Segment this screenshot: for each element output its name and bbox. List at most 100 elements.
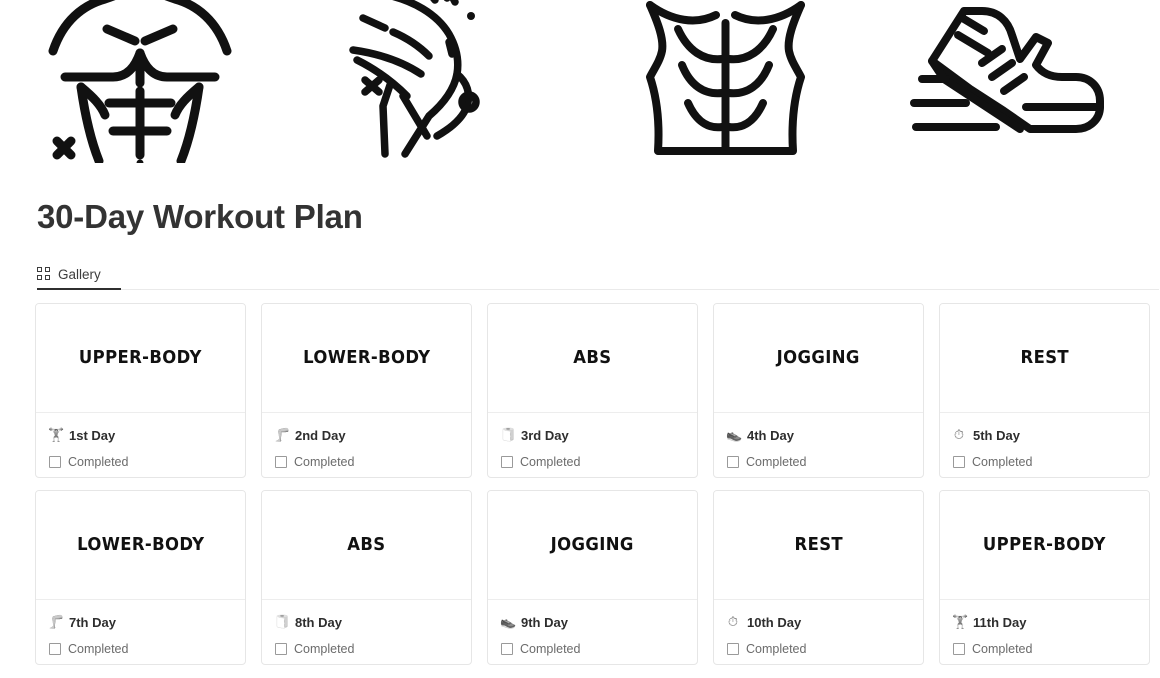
workout-card[interactable]: REST ⏱ 5th Day Completed <box>939 303 1150 478</box>
card-completed-row[interactable]: Completed <box>48 639 233 658</box>
completed-checkbox[interactable] <box>501 642 513 655</box>
card-completed-row[interactable]: Completed <box>274 452 459 471</box>
completed-checkbox[interactable] <box>727 642 739 655</box>
workout-name: UPPER-BODY <box>79 348 202 368</box>
workout-card[interactable]: UPPER-BODY 🏋 1st Day Completed <box>35 303 246 478</box>
workout-name: REST <box>794 535 843 555</box>
banner-image-upper-body <box>0 0 290 163</box>
workout-name: JOGGING <box>776 348 861 368</box>
card-completed-row[interactable]: Completed <box>500 452 685 471</box>
card-body: 👟 9th Day Completed <box>488 600 697 664</box>
leg-icon: 🦵 <box>274 428 291 443</box>
day-label: 5th Day <box>973 428 1020 443</box>
card-media: LOWER-BODY <box>36 491 245 600</box>
weightlifter-icon: 🏋 <box>952 615 969 630</box>
card-day-row: ⏱ 10th Day <box>726 613 911 632</box>
banner-image-shoe <box>870 0 1160 163</box>
completed-checkbox[interactable] <box>275 455 287 468</box>
card-day-row: 🦵 7th Day <box>48 613 233 632</box>
workout-card[interactable]: JOGGING 👟 9th Day Completed <box>487 490 698 665</box>
card-completed-row[interactable]: Completed <box>500 639 685 658</box>
card-completed-row[interactable]: Completed <box>726 639 911 658</box>
card-body: 🦵 7th Day Completed <box>36 600 245 664</box>
card-body: 👟 4th Day Completed <box>714 413 923 477</box>
grid-icon <box>37 267 51 281</box>
workout-name: REST <box>1020 348 1069 368</box>
card-day-row: 🦵 2nd Day <box>274 426 459 445</box>
card-body: 🏋 11th Day Completed <box>940 600 1149 664</box>
card-body: ⏱ 5th Day Completed <box>940 413 1149 477</box>
completed-checkbox[interactable] <box>953 455 965 468</box>
day-label: 11th Day <box>973 615 1027 630</box>
day-label: 10th Day <box>747 615 802 630</box>
card-completed-row[interactable]: Completed <box>274 639 459 658</box>
card-day-row: 🏋 11th Day <box>952 613 1137 632</box>
tab-bar-divider <box>37 289 1159 290</box>
completed-checkbox[interactable] <box>49 642 61 655</box>
workout-card[interactable]: LOWER-BODY 🦵 7th Day Completed <box>35 490 246 665</box>
workout-card[interactable]: JOGGING 👟 4th Day Completed <box>713 303 924 478</box>
card-completed-row[interactable]: Completed <box>952 639 1137 658</box>
card-completed-row[interactable]: Completed <box>726 452 911 471</box>
card-media: UPPER-BODY <box>36 304 245 413</box>
card-media: REST <box>714 491 923 600</box>
workout-name: ABS <box>347 535 386 555</box>
completed-checkbox[interactable] <box>501 455 513 468</box>
banner-image-abs <box>580 0 870 163</box>
card-body: 🧻 3rd Day Completed <box>488 413 697 477</box>
card-completed-row[interactable]: Completed <box>48 452 233 471</box>
completed-label: Completed <box>68 454 129 469</box>
completed-label: Completed <box>972 454 1033 469</box>
card-day-row: 🧻 3rd Day <box>500 426 685 445</box>
day-label: 8th Day <box>295 615 342 630</box>
card-media: LOWER-BODY <box>262 304 471 413</box>
tab-gallery-label: Gallery <box>58 266 101 282</box>
card-media: ABS <box>262 491 471 600</box>
completed-checkbox[interactable] <box>953 642 965 655</box>
card-media: UPPER-BODY <box>940 491 1149 600</box>
gallery-grid: UPPER-BODY 🏋 1st Day Completed LOWER-BOD… <box>35 303 1150 665</box>
page-title: 30-Day Workout Plan <box>37 198 363 235</box>
day-label: 1st Day <box>69 428 116 443</box>
day-label: 4th Day <box>747 428 794 443</box>
completed-label: Completed <box>68 641 129 656</box>
card-body: 🦵 2nd Day Completed <box>262 413 471 477</box>
card-media: JOGGING <box>714 304 923 413</box>
workout-name: UPPER-BODY <box>983 535 1106 555</box>
card-media: REST <box>940 304 1149 413</box>
workout-card[interactable]: LOWER-BODY 🦵 2nd Day Completed <box>261 303 472 478</box>
abs-roller-icon: 🧻 <box>500 428 517 443</box>
weightlifter-icon: 🏋 <box>48 428 65 443</box>
completed-checkbox[interactable] <box>275 642 287 655</box>
completed-label: Completed <box>520 641 581 656</box>
workout-plan-page: 30-Day Workout Plan Gallery UPPER-BODY 🏋… <box>0 0 1160 678</box>
stopwatch-icon: ⏱ <box>727 615 739 630</box>
completed-checkbox[interactable] <box>727 455 739 468</box>
banner-image-lower-body <box>290 0 580 163</box>
running-shoe-icon: 👟 <box>726 428 743 443</box>
completed-label: Completed <box>294 641 355 656</box>
day-label: 7th Day <box>69 615 116 630</box>
day-label: 2nd Day <box>295 428 346 443</box>
tab-gallery[interactable]: Gallery <box>37 258 107 290</box>
tab-bar: Gallery <box>37 258 1159 290</box>
workout-card[interactable]: ABS 🧻 8th Day Completed <box>261 490 472 665</box>
workout-card[interactable]: ABS 🧻 3rd Day Completed <box>487 303 698 478</box>
card-day-row: ⏱ 5th Day <box>952 426 1137 445</box>
workout-card[interactable]: REST ⏱ 10th Day Completed <box>713 490 924 665</box>
completed-label: Completed <box>746 454 807 469</box>
workout-name: JOGGING <box>550 535 635 555</box>
header-banner <box>0 0 1160 163</box>
abs-roller-icon: 🧻 <box>274 615 291 630</box>
completed-label: Completed <box>746 641 807 656</box>
completed-checkbox[interactable] <box>49 455 61 468</box>
card-completed-row[interactable]: Completed <box>952 452 1137 471</box>
completed-label: Completed <box>294 454 355 469</box>
day-label: 9th Day <box>521 615 568 630</box>
card-body: 🧻 8th Day Completed <box>262 600 471 664</box>
card-media: JOGGING <box>488 491 697 600</box>
completed-label: Completed <box>520 454 581 469</box>
completed-label: Completed <box>972 641 1033 656</box>
workout-card[interactable]: UPPER-BODY 🏋 11th Day Completed <box>939 490 1150 665</box>
card-day-row: 🏋 1st Day <box>48 426 233 445</box>
